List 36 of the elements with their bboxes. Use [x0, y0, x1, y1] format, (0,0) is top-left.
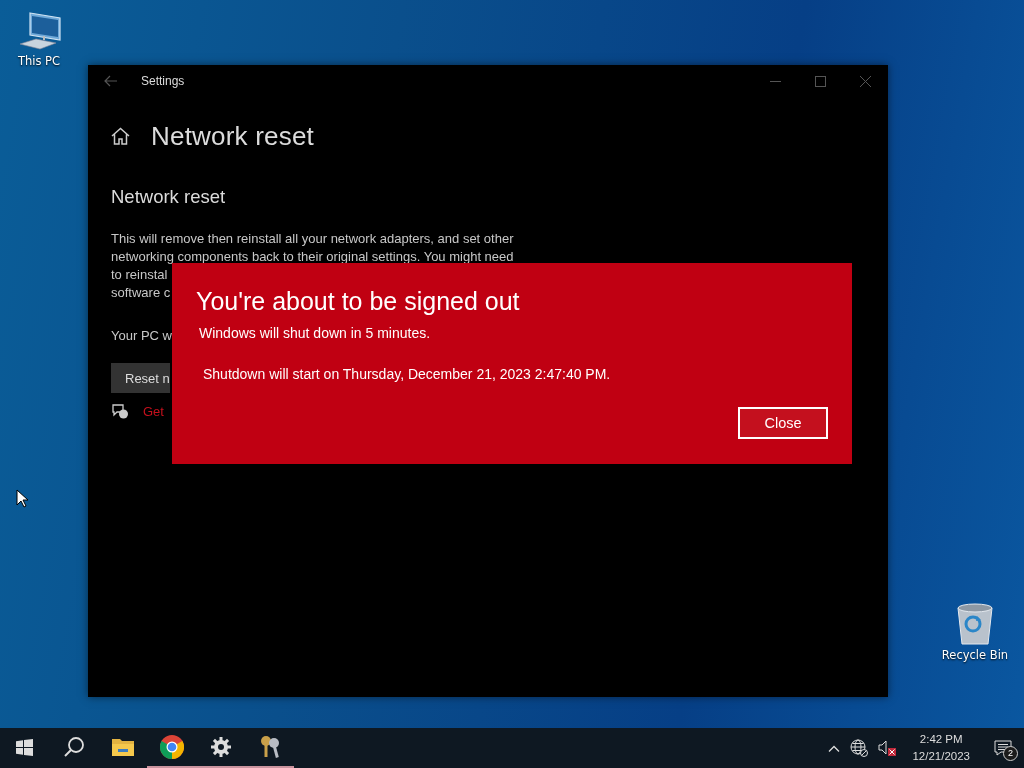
mouse-pointer-icon — [16, 489, 28, 508]
description-text: This will remove then reinstall all your network adapters, and set other — [111, 230, 514, 248]
close-button[interactable]: Close — [738, 407, 828, 439]
description-text: to reinstal — [111, 266, 168, 284]
note-text: Your PC w — [111, 327, 172, 345]
help-chat-icon — [111, 403, 129, 419]
page-title: Network reset — [151, 120, 314, 152]
maximize-icon[interactable] — [815, 75, 826, 87]
help-link[interactable]: Get — [143, 403, 164, 419]
keys-icon[interactable] — [258, 735, 281, 759]
gear-icon[interactable] — [210, 737, 231, 757]
globe-icon[interactable] — [850, 739, 869, 757]
search-icon[interactable] — [62, 736, 85, 758]
back-arrow-icon[interactable] — [104, 75, 118, 87]
description-text: software c — [111, 284, 171, 302]
icon-label: This PC — [17, 54, 61, 68]
description-text: networking components back to their original settings. You might need — [111, 248, 514, 266]
folder-icon[interactable] — [111, 738, 134, 756]
section-title: Network reset — [111, 186, 227, 209]
icon-label: Recycle Bin — [941, 648, 1009, 662]
notification-icon[interactable] — [994, 740, 1012, 756]
clock-time[interactable]: 2:42 PM — [919, 731, 963, 748]
muted-speaker-icon[interactable] — [878, 740, 897, 756]
browser-icon[interactable] — [159, 735, 184, 759]
chevron-up-icon[interactable] — [828, 744, 841, 752]
home-icon[interactable] — [111, 127, 130, 145]
dialog-detail: Shutdown will start on Thursday, December 21, 2023 2:47:40 PM. — [203, 366, 612, 382]
clock-date[interactable]: 12/21/2023 — [912, 748, 970, 765]
windows-logo-icon[interactable] — [16, 738, 33, 756]
close-icon[interactable] — [860, 75, 871, 87]
recycle-bin-icon[interactable] — [955, 602, 995, 646]
notification-badge: 2 — [1003, 746, 1018, 761]
dialog-title: You're about to be signed out — [196, 286, 521, 317]
window-title: Settings — [141, 74, 185, 88]
dialog-message: Windows will shut down in 5 minutes. — [199, 325, 432, 341]
reset-button[interactable]: Reset n — [111, 363, 170, 393]
